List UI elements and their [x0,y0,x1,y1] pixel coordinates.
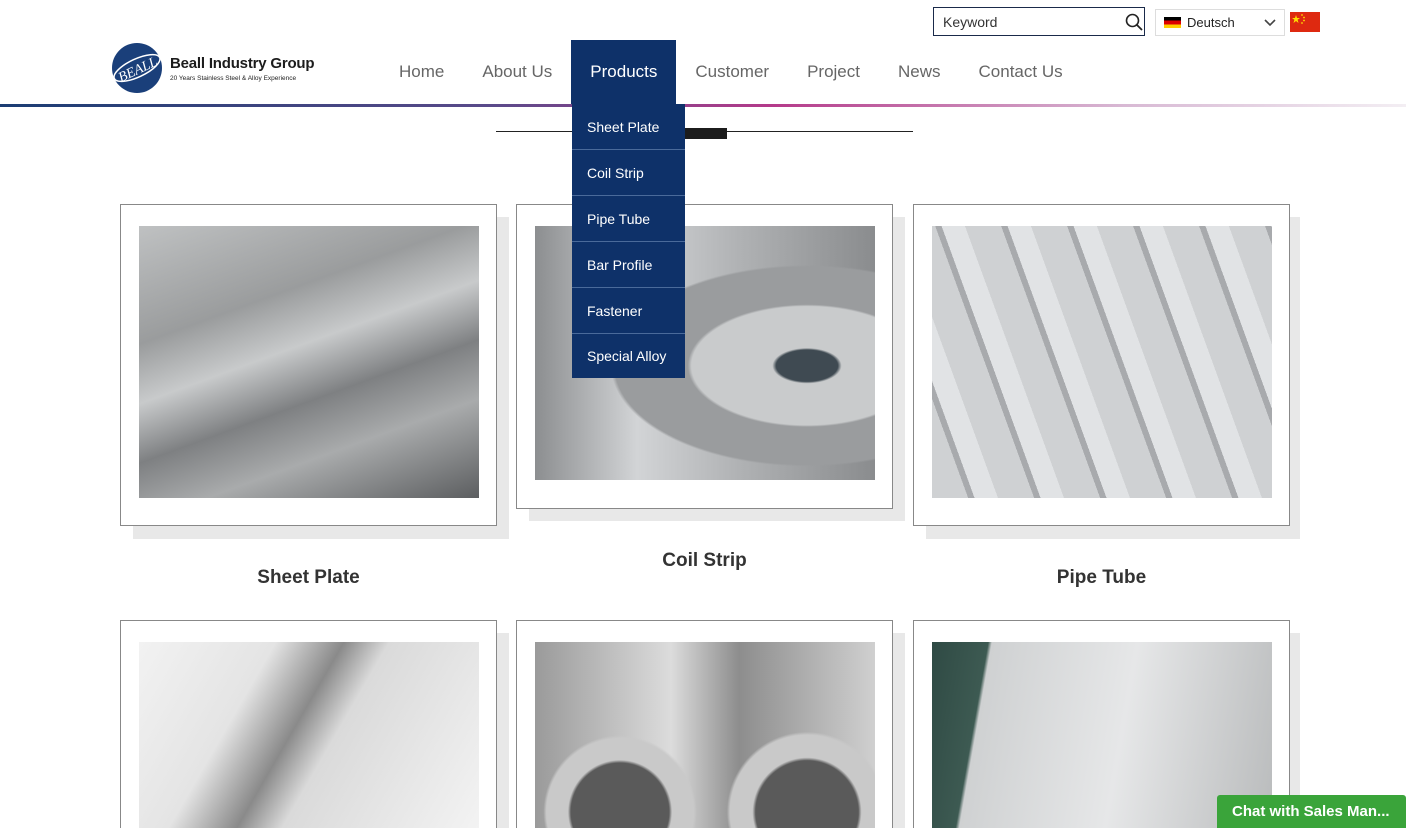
search-button[interactable] [1124,8,1144,35]
dropdown-item-bar-profile[interactable]: Bar Profile [572,242,685,288]
nav-item-home[interactable]: Home [380,40,463,104]
dropdown-item-sheet-plate[interactable]: Sheet Plate [572,104,685,150]
main-nav: Home About Us Products Customer Project … [380,40,1082,104]
language-selected-label: Deutsch [1187,15,1235,30]
product-card-sheet-plate[interactable] [120,204,497,526]
dropdown-item-coil-strip[interactable]: Coil Strip [572,150,685,196]
product-card-fastener[interactable] [516,620,893,828]
product-image-sheet-plate[interactable] [139,226,479,498]
product-title-sheet-plate[interactable]: Sheet Plate [120,567,497,589]
search-input[interactable] [934,8,1124,35]
nav-item-about-us[interactable]: About Us [463,40,571,104]
products-dropdown-menu: Sheet Plate Coil Strip Pipe Tube Bar Pro… [572,104,685,378]
chat-button[interactable]: Chat with Sales Man... [1217,795,1406,828]
logo-name: Beall Industry Group [170,54,315,72]
dropdown-item-pipe-tube[interactable]: Pipe Tube [572,196,685,242]
product-title-pipe-tube[interactable]: Pipe Tube [913,567,1290,589]
section-title-accent [684,128,727,139]
site-logo[interactable]: BEALL Beall Industry Group 20 Years Stai… [110,42,315,94]
search-icon [1125,13,1143,31]
chevron-down-icon [1264,18,1276,26]
header-divider [0,104,1406,107]
german-flag-icon [1164,17,1181,28]
product-image-fastener[interactable] [535,642,875,828]
chinese-flag-icon[interactable] [1290,12,1320,32]
nav-item-news[interactable]: News [879,40,960,104]
nav-item-products[interactable]: Products [571,40,677,104]
nav-item-project[interactable]: Project [788,40,879,104]
nav-item-customer[interactable]: Customer [676,40,788,104]
product-image-bar-profile[interactable] [139,642,479,828]
product-card-bar-profile[interactable] [120,620,497,828]
nav-item-contact-us[interactable]: Contact Us [960,40,1082,104]
product-title-coil-strip[interactable]: Coil Strip [516,550,893,572]
language-select[interactable]: Deutsch [1155,9,1285,36]
product-card-pipe-tube[interactable] [913,204,1290,526]
product-image-pipe-tube[interactable] [932,226,1272,498]
dropdown-item-fastener[interactable]: Fastener [572,288,685,334]
search-box [933,7,1145,36]
logo-tagline: 20 Years Stainless Steel & Alloy Experie… [170,74,297,82]
dropdown-item-special-alloy[interactable]: Special Alloy [572,334,685,378]
logo-mark-icon: BEALL [112,43,162,93]
